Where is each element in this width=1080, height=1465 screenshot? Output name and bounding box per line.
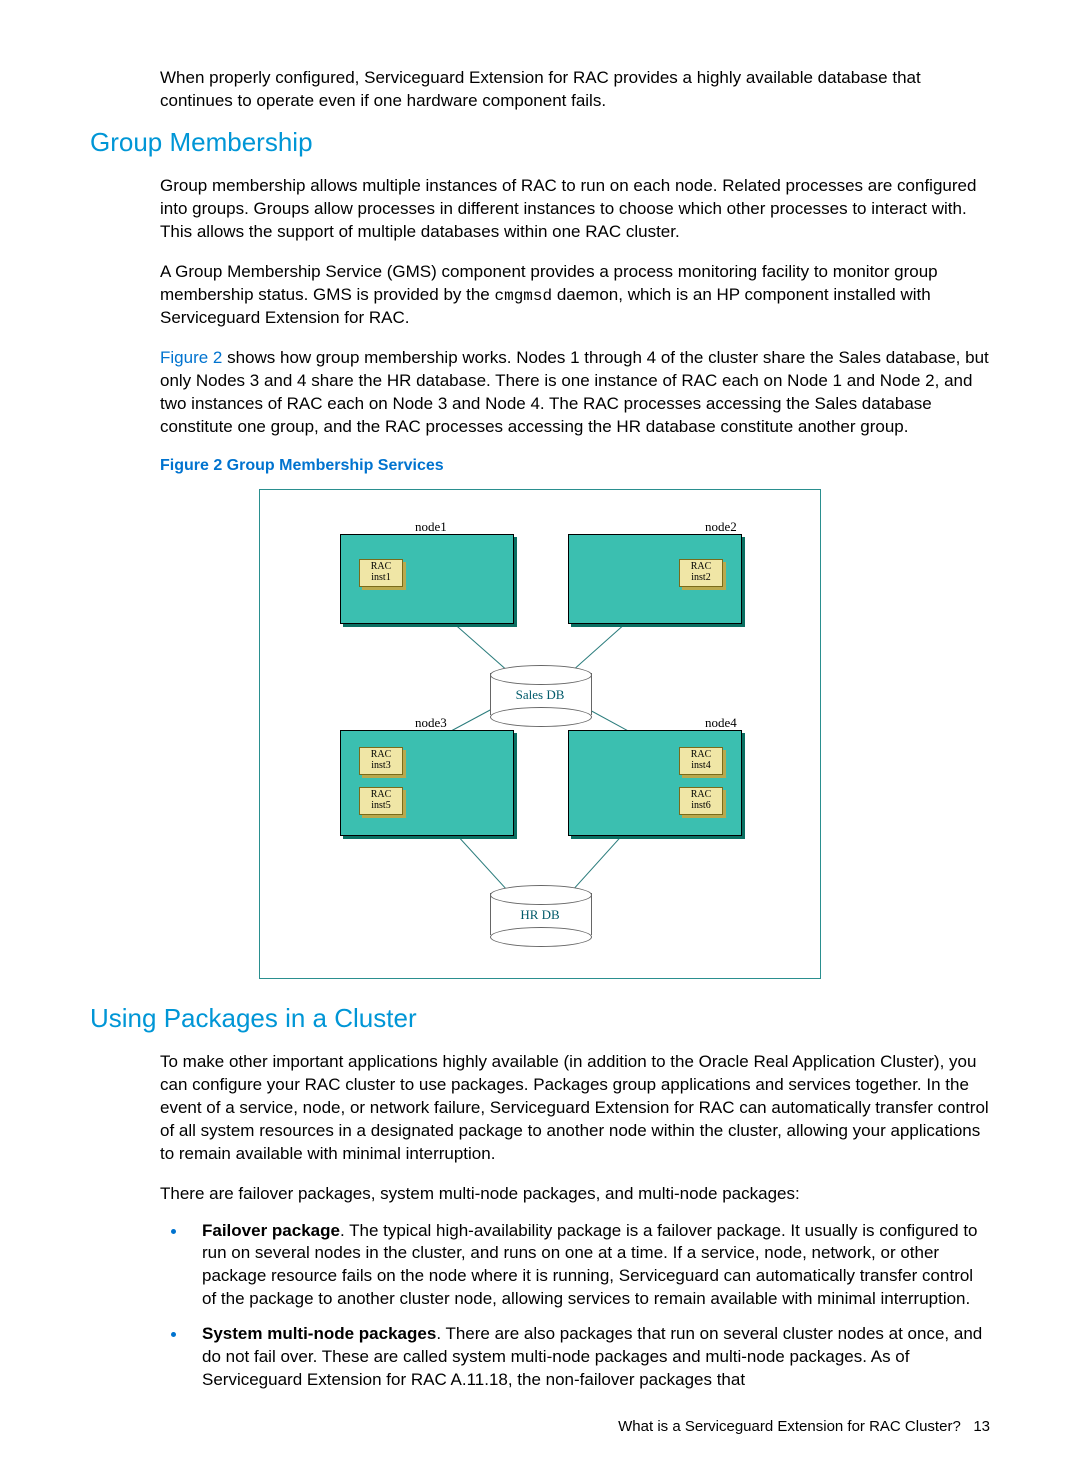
pkg-para-2: There are failover packages, system mult…: [160, 1183, 990, 1206]
rac-inst6: RAC inst6: [679, 787, 723, 815]
footer-text: What is a Serviceguard Extension for RAC…: [618, 1418, 961, 1435]
rac-inst1: RAC inst1: [359, 559, 403, 587]
rac-inst3: RAC inst3: [359, 747, 403, 775]
daemon-code: cmgmsd: [494, 287, 552, 305]
failover-term: Failover package: [202, 1221, 340, 1240]
package-types-list: Failover package. The typical high-avail…: [160, 1218, 990, 1393]
node4-box: RAC inst4 RAC inst6: [568, 730, 742, 836]
gm-para-3: Figure 2 shows how group membership work…: [160, 347, 990, 439]
section-heading-using-packages: Using Packages in a Cluster: [90, 1003, 990, 1034]
rac-inst2: RAC inst2: [679, 559, 723, 587]
list-item: Failover package. The typical high-avail…: [188, 1218, 990, 1312]
node4-label: node4: [705, 715, 737, 731]
intro-paragraph: When properly configured, Serviceguard E…: [160, 67, 990, 113]
page-number: 13: [973, 1418, 990, 1435]
figure-caption: Figure 2 Group Membership Services: [160, 457, 990, 475]
node3-label: node3: [415, 715, 447, 731]
section-heading-group-membership: Group Membership: [90, 127, 990, 158]
hr-db-icon: HR DB: [490, 885, 590, 943]
sales-db-label: Sales DB: [490, 687, 590, 703]
smn-term: System multi-node packages: [202, 1324, 436, 1343]
hr-db-label: HR DB: [490, 907, 590, 923]
node2-box: RAC inst2: [568, 534, 742, 624]
rac-inst4: RAC inst4: [679, 747, 723, 775]
gm-para-3a: shows how group membership works. Nodes …: [160, 348, 989, 436]
node2-label: node2: [705, 519, 737, 535]
sales-db-icon: Sales DB: [490, 665, 590, 723]
rac-inst5: RAC inst5: [359, 787, 403, 815]
pkg-para-1: To make other important applications hig…: [160, 1051, 990, 1166]
list-item: System multi-node packages. There are al…: [188, 1321, 990, 1392]
gm-para-2: A Group Membership Service (GMS) compone…: [160, 261, 990, 330]
figure-container: node1 RAC inst1 node2 RAC inst2 Sales DB…: [90, 489, 990, 979]
gm-para-1: Group membership allows multiple instanc…: [160, 175, 990, 244]
page-footer: What is a Serviceguard Extension for RAC…: [90, 1418, 990, 1435]
node3-box: RAC inst3 RAC inst5: [340, 730, 514, 836]
node1-label: node1: [415, 519, 447, 535]
figure-2-link[interactable]: Figure 2: [160, 348, 222, 367]
node1-box: RAC inst1: [340, 534, 514, 624]
group-membership-diagram: node1 RAC inst1 node2 RAC inst2 Sales DB…: [259, 489, 821, 979]
